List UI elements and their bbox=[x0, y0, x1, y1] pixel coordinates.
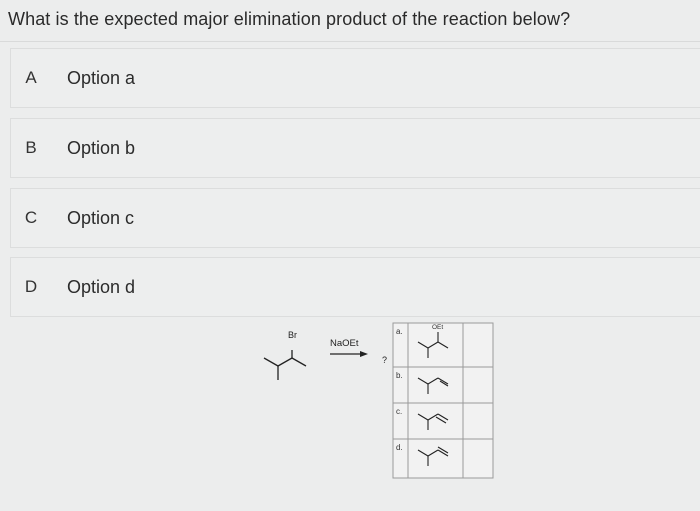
question-text: What is the expected major elimination p… bbox=[8, 9, 571, 29]
option-label: Option d bbox=[67, 276, 136, 297]
bromo-label: Br bbox=[288, 330, 297, 340]
choice-letter-d: d. bbox=[396, 443, 403, 452]
option-letter: D bbox=[24, 277, 38, 296]
option-label: Option c bbox=[67, 207, 135, 228]
option-label: Option a bbox=[67, 67, 136, 88]
choice-letter-b: b. bbox=[396, 371, 403, 380]
option-c[interactable]: C Option c bbox=[10, 188, 700, 248]
option-letter: C bbox=[24, 208, 38, 227]
starting-material bbox=[263, 350, 307, 380]
choice-letter-a: a. bbox=[396, 327, 403, 336]
choice-letter-c: c. bbox=[396, 407, 402, 416]
ethoxy-label: OEt bbox=[432, 324, 443, 331]
reagent-label: NaOEt bbox=[330, 338, 359, 349]
option-letter: B bbox=[25, 138, 37, 157]
reaction-figure: Br NaOEt ? a. b. c. d. OEt bbox=[250, 318, 500, 483]
option-b[interactable]: B Option b bbox=[10, 118, 700, 178]
option-letter: A bbox=[25, 68, 37, 87]
option-d[interactable]: D Option d bbox=[10, 257, 700, 317]
unknown-product: ? bbox=[382, 355, 387, 365]
option-a[interactable]: A Option a bbox=[10, 48, 700, 108]
arrow-head bbox=[360, 351, 368, 357]
option-label: Option b bbox=[67, 137, 136, 158]
divider bbox=[0, 41, 700, 42]
reaction-diagram: Br NaOEt ? a. b. c. d. OEt bbox=[263, 322, 494, 479]
